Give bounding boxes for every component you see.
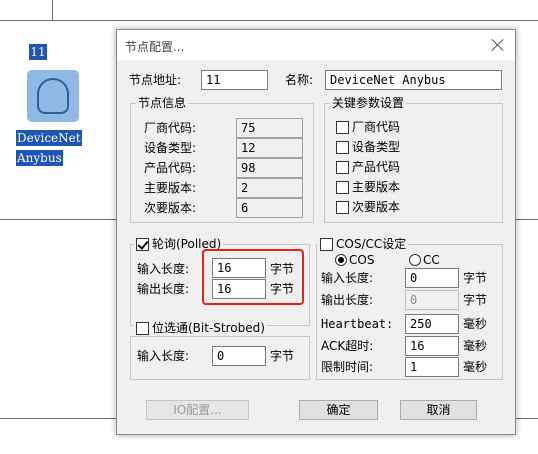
- name-input[interactable]: DeviceNet Anybus: [325, 70, 502, 90]
- vendor-code-checkbox[interactable]: [336, 121, 349, 134]
- node-name-line1[interactable]: DeviceNet: [16, 130, 82, 146]
- heartbeat-unit: 毫秒: [463, 317, 488, 331]
- minor-version-field[interactable]: 6: [236, 198, 303, 218]
- product-code-checkbox[interactable]: [336, 161, 349, 174]
- grid-line-top: [0, 20, 538, 21]
- product-code-label: 产品代码:: [144, 161, 197, 175]
- minor-version-checkbox[interactable]: [336, 201, 349, 214]
- vendor-code-label: 厂商代码:: [144, 121, 197, 135]
- device-glyph: [37, 78, 69, 114]
- name-label: 名称:: [285, 73, 314, 87]
- cos-radio-label[interactable]: COS: [349, 252, 374, 268]
- vendor-code-check-label[interactable]: 厂商代码: [352, 119, 400, 135]
- ok-button[interactable]: 确定: [299, 400, 378, 420]
- device-type-check-label[interactable]: 设备类型: [352, 139, 400, 155]
- cos-radio[interactable]: [335, 254, 347, 266]
- product-code-check-label[interactable]: 产品代码: [352, 159, 400, 175]
- cos-output-length-input[interactable]: 0: [405, 290, 459, 310]
- key-params-group: [324, 103, 503, 223]
- device-type-checkbox[interactable]: [336, 141, 349, 154]
- heartbeat-label: Heartbeat:: [321, 317, 394, 331]
- bit-strobed-checkbox[interactable]: [136, 322, 149, 335]
- polled-input-length-label: 输入长度:: [137, 262, 190, 276]
- limit-time-input[interactable]: 1: [405, 357, 459, 377]
- bit-strobed-title[interactable]: 位选通(Bit-Strobed): [134, 320, 267, 336]
- io-config-button[interactable]: IO配置...: [146, 400, 249, 420]
- cos-input-length-input[interactable]: 0: [405, 268, 459, 288]
- heartbeat-input[interactable]: 250: [405, 314, 459, 334]
- major-version-label: 主要版本:: [144, 181, 197, 195]
- node-address-badge[interactable]: 11: [29, 44, 47, 60]
- grid-line-bottom-right: [514, 418, 538, 419]
- dialog-title: 节点配置...: [125, 40, 185, 54]
- bit-strobed-input-length-input[interactable]: 0: [212, 346, 266, 366]
- minor-version-label: 次要版本:: [144, 201, 197, 215]
- product-code-field[interactable]: 98: [236, 158, 303, 178]
- bit-strobed-unit: 字节: [270, 349, 295, 363]
- node-info-title: 节点信息: [136, 95, 189, 111]
- node-address-input[interactable]: 11: [201, 70, 268, 90]
- major-version-checkbox[interactable]: [336, 181, 349, 194]
- cc-radio[interactable]: [409, 254, 421, 266]
- device-icon[interactable]: [27, 70, 79, 122]
- polled-highlight-box: [202, 249, 304, 305]
- grid-line-middle-right: [514, 219, 538, 220]
- cc-radio-label[interactable]: CC: [423, 252, 440, 268]
- cos-cc-checkbox[interactable]: [320, 238, 333, 251]
- cancel-button[interactable]: 取消: [400, 400, 477, 420]
- node-name-line2[interactable]: Anybus: [16, 150, 63, 166]
- cos-input-unit: 字节: [463, 271, 488, 285]
- device-type-field[interactable]: 12: [236, 138, 303, 158]
- grid-line-vertical: [52, 0, 53, 20]
- close-icon[interactable]: [489, 36, 507, 54]
- cos-input-length-label: 输入长度:: [321, 271, 374, 285]
- major-version-check-label[interactable]: 主要版本: [352, 179, 400, 195]
- ack-timeout-input[interactable]: 16: [405, 336, 459, 356]
- limit-time-unit: 毫秒: [463, 360, 488, 374]
- node-address-label: 节点地址:: [129, 73, 182, 87]
- polled-output-length-label: 输出长度:: [137, 282, 190, 296]
- cos-output-length-label: 输出长度:: [321, 293, 374, 307]
- minor-version-check-label[interactable]: 次要版本: [352, 199, 400, 215]
- major-version-field[interactable]: 2: [236, 178, 303, 198]
- grid-line-bottom-left: [0, 418, 116, 419]
- limit-time-label: 限制时间:: [321, 360, 374, 374]
- node-config-dialog: 节点配置... 节点地址: 11 名称: DeviceNet Anybus 节点…: [116, 29, 516, 435]
- cos-output-unit: 字节: [463, 293, 488, 307]
- device-type-label: 设备类型:: [144, 141, 197, 155]
- vendor-code-field[interactable]: 75: [236, 118, 303, 138]
- ack-timeout-unit: 毫秒: [463, 339, 488, 353]
- dialog-titlebar[interactable]: 节点配置...: [117, 30, 515, 60]
- polled-checkbox[interactable]: [136, 238, 149, 251]
- key-params-title: 关键参数设置: [330, 95, 407, 111]
- bit-strobed-input-length-label: 输入长度:: [137, 349, 190, 363]
- grid-line-middle-left: [0, 219, 116, 220]
- ack-timeout-label: ACK超时:: [321, 339, 374, 353]
